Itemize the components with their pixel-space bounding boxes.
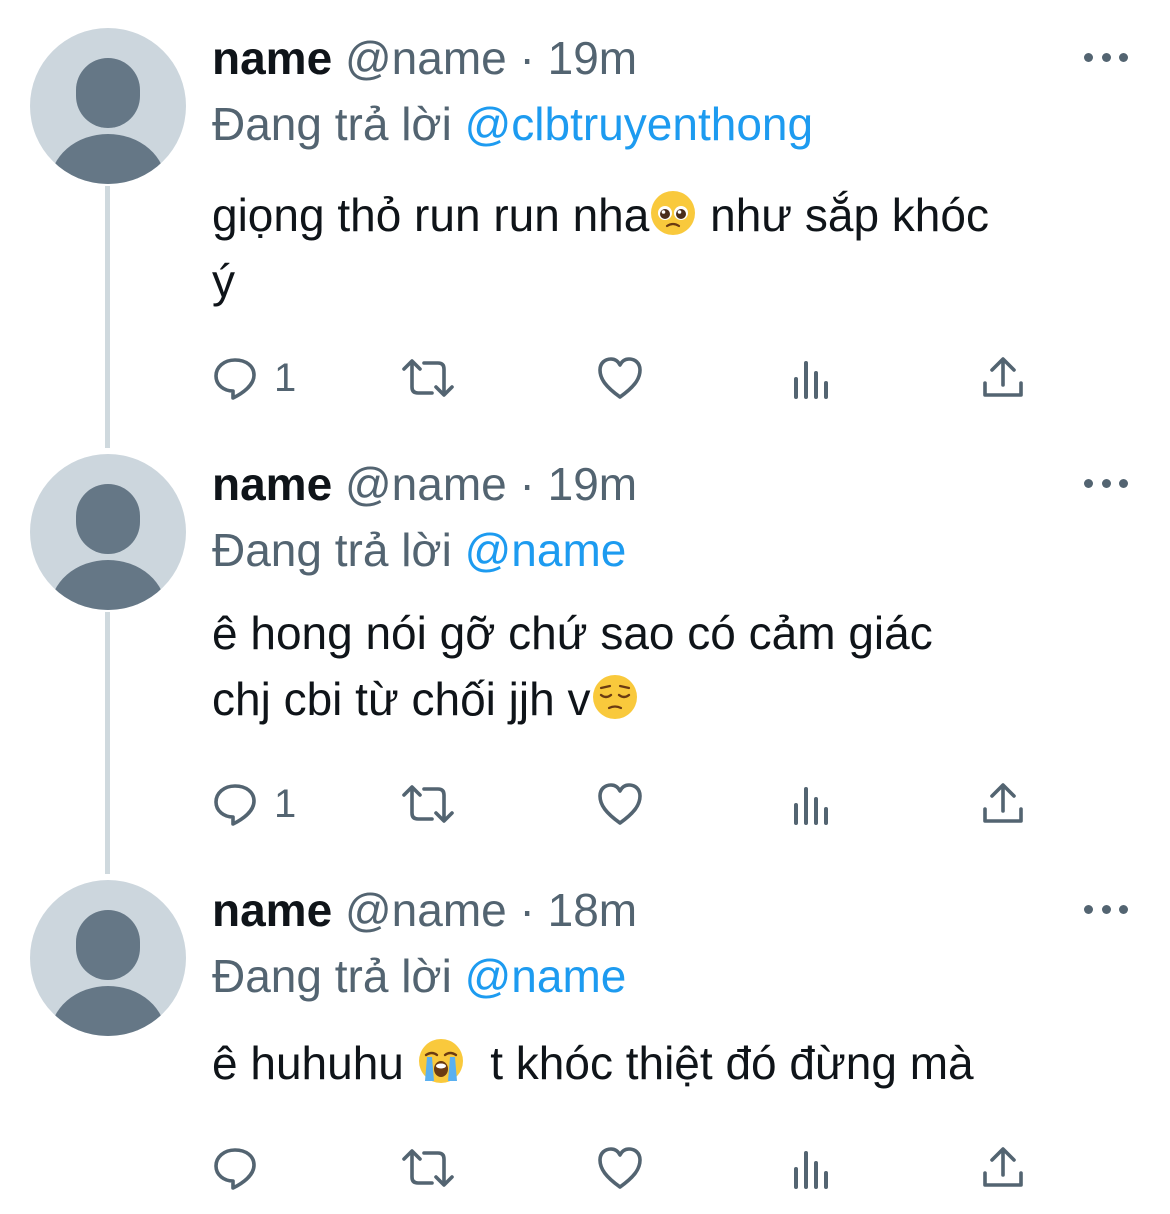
more-icon[interactable] xyxy=(1084,50,1128,64)
timestamp[interactable]: 18m xyxy=(548,884,637,936)
share-icon xyxy=(983,783,1023,823)
share-button[interactable] xyxy=(980,353,1026,403)
share-icon xyxy=(983,1147,1023,1187)
avatar[interactable] xyxy=(30,880,186,1036)
views-button[interactable] xyxy=(790,353,834,403)
retweet-icon xyxy=(402,1149,454,1187)
loudly-crying-face-icon xyxy=(418,1039,463,1083)
display-name[interactable]: name xyxy=(212,32,332,84)
default-avatar-icon xyxy=(50,484,166,610)
retweet-icon xyxy=(402,359,454,397)
timestamp[interactable]: 19m xyxy=(548,458,637,510)
tweet-header: name @name · 19m xyxy=(212,454,1130,514)
reply-button[interactable]: 1 xyxy=(212,353,296,403)
views-icon xyxy=(794,361,828,399)
avatar[interactable] xyxy=(30,28,186,184)
separator-dot: · xyxy=(519,884,535,936)
tweet-text: ê huhuhu t khóc thiệt đó đừng mà xyxy=(212,1030,1130,1096)
tweet-header: name @name · 19m xyxy=(212,28,1130,88)
reply-icon xyxy=(214,784,256,826)
separator-dot: · xyxy=(519,458,535,510)
display-name[interactable]: name xyxy=(212,458,332,510)
reply-count: 1 xyxy=(274,781,297,826)
default-avatar-icon xyxy=(50,910,166,1036)
more-icon[interactable] xyxy=(1084,476,1128,490)
user-handle[interactable]: @name xyxy=(345,884,507,936)
like-button[interactable] xyxy=(596,353,644,403)
reply-count: 1 xyxy=(274,355,297,400)
like-icon xyxy=(598,1147,642,1189)
retweet-button[interactable] xyxy=(400,1143,456,1193)
views-button[interactable] xyxy=(790,779,834,829)
views-icon xyxy=(794,787,828,825)
action-bar xyxy=(212,1143,1042,1193)
retweet-button[interactable] xyxy=(400,779,456,829)
reply-icon xyxy=(214,358,256,400)
mention-link[interactable]: @name xyxy=(465,524,627,576)
share-icon xyxy=(983,357,1023,397)
avatar[interactable] xyxy=(30,454,186,610)
like-button[interactable] xyxy=(596,1143,644,1193)
reply-icon xyxy=(214,1148,256,1190)
mention-link[interactable]: @name xyxy=(465,950,627,1002)
separator-dot: · xyxy=(519,32,535,84)
share-button[interactable] xyxy=(980,1143,1026,1193)
pensive-face-icon xyxy=(592,675,637,719)
tweet-header: name @name · 18m xyxy=(212,880,1130,940)
user-handle[interactable]: @name xyxy=(345,32,507,84)
display-name[interactable]: name xyxy=(212,884,332,936)
replying-to-label: Đang trả lời xyxy=(212,98,452,150)
action-bar: 1 xyxy=(212,779,1042,829)
retweet-icon xyxy=(402,785,454,823)
tweet-text: giọng thỏ run run nha như sắp khóc ý xyxy=(212,182,1130,314)
tweet-text-part: t khóc thiệt đó đừng mà xyxy=(464,1037,974,1089)
like-icon xyxy=(598,357,642,399)
share-button[interactable] xyxy=(980,779,1026,829)
reply-button[interactable]: 1 xyxy=(212,779,296,829)
replying-to: Đang trả lời @name xyxy=(212,520,1130,580)
replying-to-label: Đang trả lời xyxy=(212,950,452,1002)
like-icon xyxy=(598,783,642,825)
user-handle[interactable]: @name xyxy=(345,458,507,510)
replying-to-label: Đang trả lời xyxy=(212,524,452,576)
views-icon xyxy=(794,1151,828,1189)
retweet-button[interactable] xyxy=(400,353,456,403)
views-button[interactable] xyxy=(790,1143,834,1193)
more-icon[interactable] xyxy=(1084,902,1128,916)
timestamp[interactable]: 19m xyxy=(548,32,637,84)
tweet-text-part: ê hong nói gỡ chứ sao có cảm giác chj cb… xyxy=(212,607,933,725)
tweet-text-part: ê huhuhu xyxy=(212,1037,417,1089)
replying-to: Đang trả lời @name xyxy=(212,946,1130,1006)
pleading-face-icon xyxy=(651,191,696,235)
reply-button[interactable] xyxy=(212,1143,274,1193)
mention-link[interactable]: @clbtruyenthong xyxy=(465,98,813,150)
like-button[interactable] xyxy=(596,779,644,829)
action-bar: 1 xyxy=(212,353,1042,403)
tweet-text-part: giọng thỏ run run nha xyxy=(212,189,650,241)
replying-to: Đang trả lời @clbtruyenthong xyxy=(212,94,1130,154)
default-avatar-icon xyxy=(50,58,166,184)
tweet-text: ê hong nói gỡ chứ sao có cảm giác chj cb… xyxy=(212,600,1130,732)
